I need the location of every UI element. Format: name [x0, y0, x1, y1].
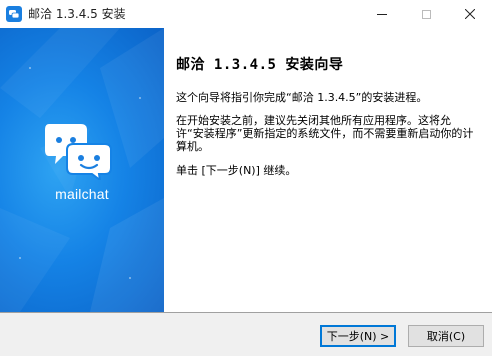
- button-bar: 下一步(N) > 取消(C): [0, 313, 492, 356]
- advice-text: 在开始安装之前，建议先关闭其他所有应用程序。这将允许“安装程序”更新指定的系统文…: [176, 114, 474, 153]
- close-icon[interactable]: [448, 0, 492, 28]
- cancel-button[interactable]: 取消(C): [408, 325, 484, 347]
- brand-name: mailchat: [55, 186, 109, 202]
- maximize-icon: [404, 0, 448, 28]
- welcome-panel: 邮洽 1.3.4.5 安装向导 这个向导将指引你完成“邮洽 1.3.4.5”的安…: [164, 28, 492, 312]
- window-title: 邮洽 1.3.4.5 安装: [28, 7, 126, 21]
- installer-banner: mailchat: [0, 28, 164, 312]
- app-icon: [6, 6, 22, 22]
- mailchat-bubbles-icon: [43, 120, 113, 183]
- continue-hint: 单击 [下一步(N)] 继续。: [176, 164, 297, 177]
- intro-text: 这个向导将指引你完成“邮洽 1.3.4.5”的安装进程。: [176, 91, 428, 104]
- minimize-icon[interactable]: [360, 0, 404, 28]
- title-bar: 邮洽 1.3.4.5 安装: [0, 0, 492, 28]
- next-button[interactable]: 下一步(N) >: [320, 325, 396, 347]
- page-title: 邮洽 1.3.4.5 安装向导: [176, 57, 344, 73]
